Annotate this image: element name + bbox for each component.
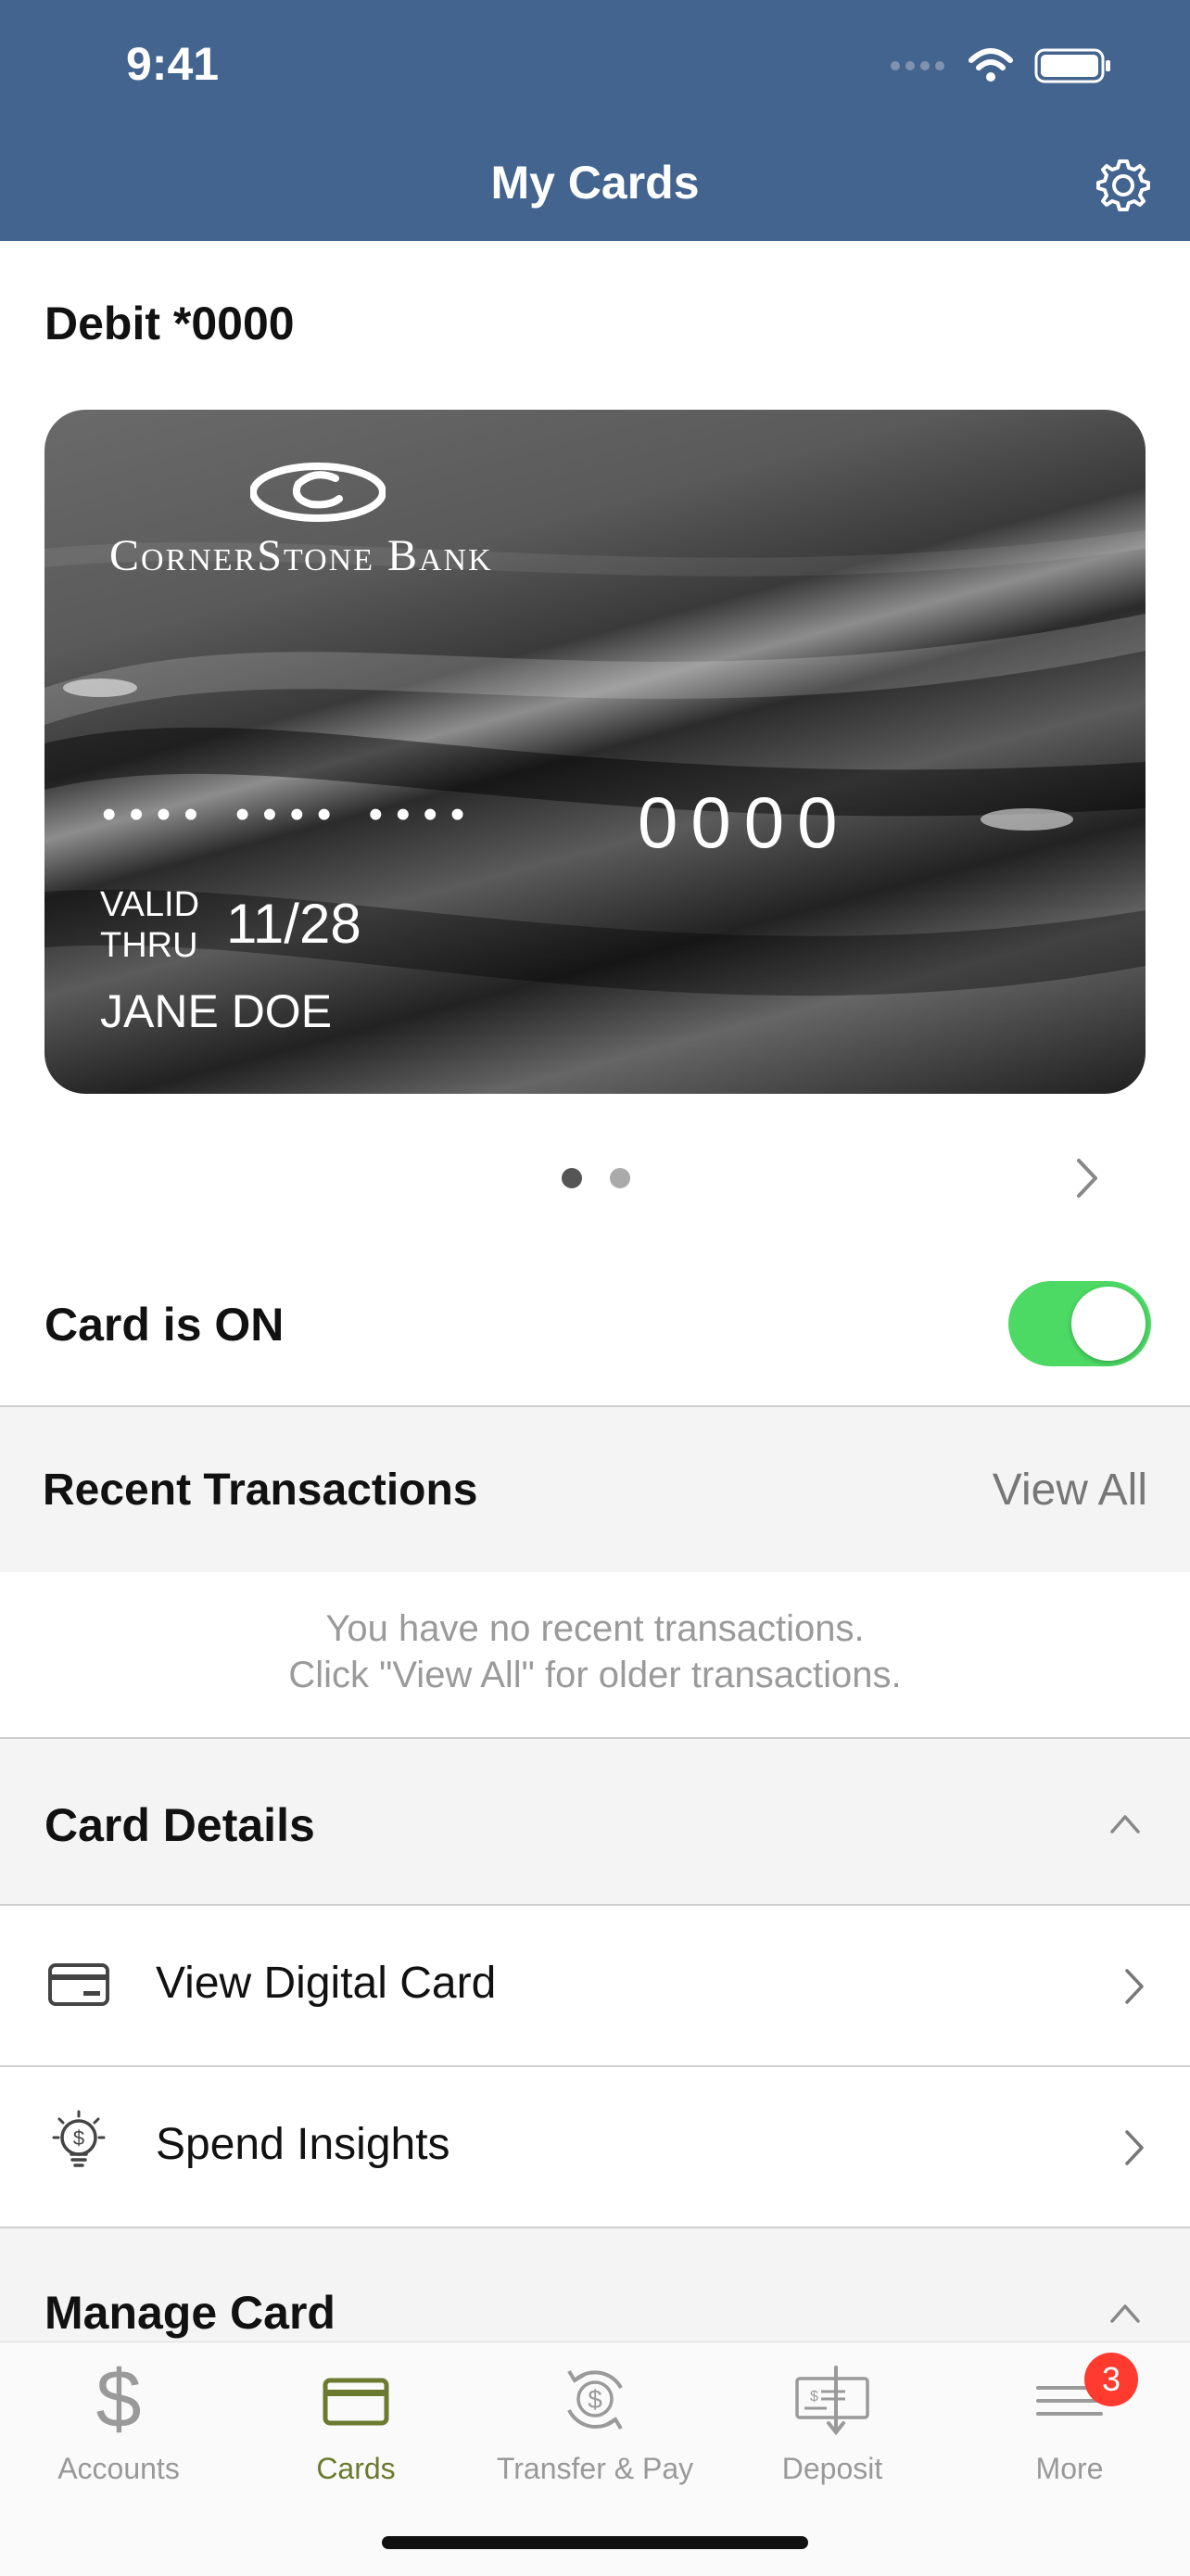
card-details-title: Card Details [44,1799,315,1851]
svg-text:$: $ [810,2389,818,2405]
pager-dot[interactable] [610,1168,630,1188]
chevron-right-icon [1125,1969,1144,2004]
pager-dot-active[interactable] [562,1168,582,1188]
tab-transfer-pay[interactable]: $ Transfer & Pay [484,2360,706,2486]
page-title: My Cards [490,157,700,209]
transfer-icon: $ [567,2369,623,2430]
next-card-chevron-icon[interactable] [1071,1155,1103,1201]
recent-transactions-title: Recent Transactions [43,1466,478,1515]
collapse-chevron-icon[interactable] [1107,2299,1144,2327]
view-all-link[interactable]: View All [993,1465,1147,1516]
view-digital-card-label: View Digital Card [156,1959,497,2008]
empty-transactions-message: You have no recent transactions. Click "… [0,1605,1190,1698]
tab-label: Transfer & Pay [496,2452,694,2485]
cardholder-name: JANE DOE [100,985,333,1037]
status-time: 9:41 [126,38,220,90]
notification-badge: 3 [1084,2353,1138,2406]
valid-thru-label: VALID THRU [100,884,199,966]
debit-card-image[interactable]: CornerStone Bank •••• •••• •••• 0000 VAL… [44,410,1146,1094]
card-pager [562,1168,630,1188]
wifi-icon [968,48,1013,82]
valid-label: VALID [100,885,200,924]
card-expiry: 11/28 [226,893,361,955]
collapse-chevron-icon[interactable] [1107,1809,1144,1837]
card-label: Debit *0000 [44,298,295,349]
thru-label: THRU [100,926,198,965]
card-icon [323,2378,389,2426]
tab-accounts[interactable]: $ Accounts [7,2353,230,2486]
check-deposit-icon: $ [795,2366,869,2436]
battery-icon [1034,48,1110,83]
tab-more[interactable]: More [958,2360,1181,2486]
tab-label: More [1035,2452,1104,2485]
spend-insights-label: Spend Insights [156,2120,450,2169]
tab-label: Cards [316,2452,396,2485]
card-status-label: Card is ON [44,1299,285,1351]
tab-label: Deposit [781,2452,883,2485]
empty-message-line-1: You have no recent transactions. [325,1608,865,1649]
lightbulb-dollar-icon: $ [52,2110,106,2167]
card-on-toggle[interactable] [1008,1281,1151,1366]
settings-gear-icon[interactable] [1094,156,1153,215]
cellular-signal-icon [891,61,944,70]
tab-label: Accounts [57,2452,180,2485]
tab-deposit[interactable]: $ Deposit [721,2360,943,2486]
manage-card-title: Manage Card [44,2287,335,2339]
empty-message-line-2: Click "View All" for older transactions. [288,1655,902,1695]
svg-text:$: $ [96,2360,142,2438]
card-last-four: 0000 [638,781,851,863]
svg-text:$: $ [588,2385,602,2414]
credit-card-icon [48,1963,109,2006]
card-number-mask: •••• •••• •••• [102,792,478,837]
svg-text:$: $ [73,2126,84,2150]
tab-cards[interactable]: Cards [245,2360,467,2486]
dollar-icon: $ [96,2353,142,2444]
chevron-right-icon [1125,2130,1144,2165]
bank-name: CornerStone Bank [109,531,493,580]
home-indicator [382,2536,808,2549]
bank-logo-icon [250,463,386,522]
toggle-knob [1071,1287,1146,1361]
status-icons [890,43,1112,89]
